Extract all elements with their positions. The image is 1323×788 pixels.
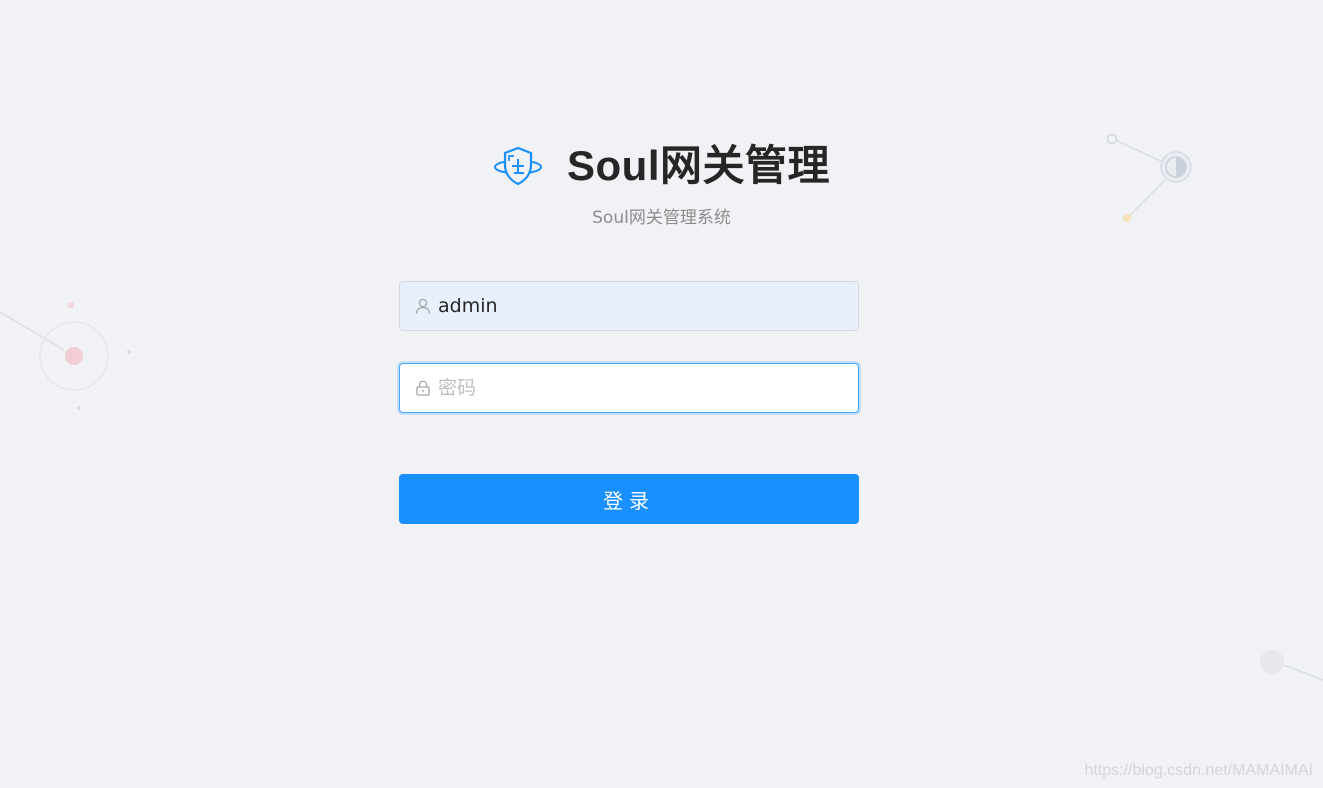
app-subtitle: Soul网关管理系统 [592,208,731,228]
app-title: Soul网关管理 [567,142,830,189]
password-field[interactable] [399,363,859,413]
shield-logo-icon [494,146,542,186]
password-input[interactable] [438,364,858,412]
watermark-text: https://blog.csdn.net/MAMAIMAI [1084,762,1313,779]
app-header: Soul网关管理 [0,138,1323,194]
username-field[interactable] [399,281,859,331]
user-icon [415,298,431,314]
username-input[interactable] [438,282,858,330]
login-button[interactable]: 登录 [399,474,859,524]
lock-icon [416,380,430,396]
